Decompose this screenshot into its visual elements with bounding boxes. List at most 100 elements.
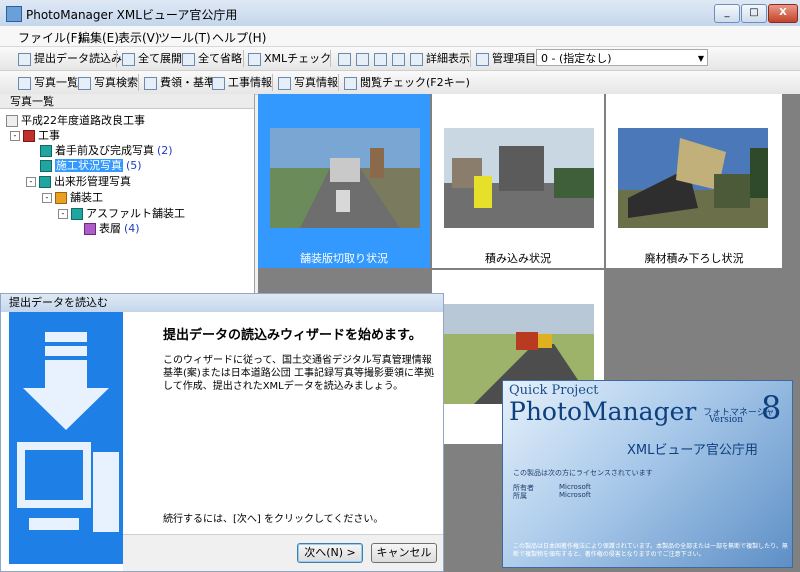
- folder-icon: [71, 208, 83, 220]
- secondary-toolbar: 写真一覧 写真検索 費領・基準 工事情報 写真情報 閲覧チェック(F2キー): [0, 71, 800, 95]
- detail-label: 詳細表示: [426, 52, 470, 65]
- view-large-icons-button[interactable]: [374, 50, 390, 67]
- owner-value: Microsoft: [559, 483, 591, 491]
- divider: [116, 50, 117, 67]
- photo-caption: 廃材積み下ろし状況: [644, 252, 744, 265]
- menu-tools[interactable]: ツール(T): [158, 29, 211, 46]
- search-label: 写真検索: [94, 76, 138, 89]
- tree-node-progress[interactable]: 施工状況写真 (5): [40, 159, 142, 173]
- xml-check-button[interactable]: XMLチェック: [248, 50, 331, 67]
- dialog-title: 提出データを読込む: [1, 294, 443, 312]
- detail-view-button[interactable]: 詳細表示: [410, 50, 470, 67]
- list-label: 写真一覧: [34, 76, 78, 89]
- list-icon: [392, 52, 405, 66]
- menu-file[interactable]: ファイル(F): [18, 29, 82, 46]
- check-label: 閲覧チェック(F2キー): [360, 76, 470, 89]
- wizard-heading: 提出データの読込みウィザードを始めます。: [163, 328, 422, 343]
- menu-help[interactable]: ヘルプ(H): [212, 29, 266, 46]
- tree-node-project[interactable]: 平成22年度道路改良工事: [6, 114, 145, 128]
- expand-label: 全て展開: [138, 52, 182, 65]
- view-check-button[interactable]: 閲覧チェック(F2キー): [344, 74, 470, 91]
- manage-items-button[interactable]: 管理項目: [476, 50, 536, 67]
- node-label: 出来形管理写真: [54, 175, 131, 188]
- load-data-button[interactable]: 提出データ読込み: [18, 50, 122, 67]
- photo-info-button[interactable]: 写真情報: [278, 74, 338, 91]
- photo-count: (2): [157, 144, 173, 157]
- tree-node-asphalt[interactable]: - アスファルト舗装工: [58, 207, 185, 221]
- divider: [272, 74, 273, 91]
- splash-copyright-notice: この製品は日本国著作権法により保護されています。本製品の全部または一部を無断で複…: [513, 543, 788, 558]
- dialog-button-row: 次へ(N) > キャンセル: [123, 534, 443, 571]
- xmlcheck-label: XMLチェック: [264, 52, 332, 65]
- app-window: PhotoManager XMLビューア官公庁用 _ □ X ファイル(F) 編…: [0, 0, 800, 572]
- window-title: PhotoManager XMLビューア官公庁用: [26, 8, 238, 22]
- splash-license-text: この製品は次の方にライセンスされています: [513, 469, 653, 477]
- cost-label: 費領・基準: [160, 76, 215, 89]
- view-small-icons-button[interactable]: [338, 50, 354, 67]
- photo-caption: 積み込み状況: [485, 252, 551, 265]
- minimize-button[interactable]: _: [714, 4, 740, 23]
- view-medium-icons-button[interactable]: [356, 50, 372, 67]
- close-button[interactable]: X: [768, 4, 798, 23]
- photo-list-button[interactable]: 写真一覧: [18, 74, 78, 91]
- node-label: 表層: [99, 222, 121, 235]
- node-label: 着手前及び完成写真: [55, 144, 154, 157]
- photo-road-cutting: [270, 128, 420, 228]
- tree-node-before-after[interactable]: 着手前及び完成写真 (2): [40, 144, 173, 158]
- tree-node-surface[interactable]: 表層 (4): [84, 222, 140, 236]
- photo-info-icon: [278, 76, 291, 90]
- cost-icon: [144, 76, 157, 90]
- photo-count: (5): [126, 159, 142, 172]
- menu-edit[interactable]: 編集(E): [78, 29, 119, 46]
- manage-label: 管理項目: [492, 52, 536, 65]
- view-list-button[interactable]: [392, 50, 408, 67]
- org-value: Microsoft: [559, 491, 591, 499]
- tree-node-construction[interactable]: - 工事: [10, 129, 60, 143]
- divider: [338, 74, 339, 91]
- next-button[interactable]: 次へ(N) >: [297, 543, 363, 563]
- folder-icon: [40, 145, 52, 157]
- minus-icon: [182, 52, 195, 66]
- tree-node-shape-mgmt[interactable]: - 出来形管理写真: [26, 175, 131, 189]
- splash-product-name: PhotoManager: [509, 397, 697, 426]
- check-circle-icon: [344, 76, 357, 90]
- title-bar: PhotoManager XMLビューア官公庁用 _ □ X: [0, 0, 800, 27]
- cost-standard-button[interactable]: 費領・基準: [144, 74, 215, 91]
- photo-tile[interactable]: 積み込み状況: [432, 94, 604, 268]
- expand-all-button[interactable]: 全て展開: [122, 50, 182, 67]
- menu-view[interactable]: 表示(V): [118, 29, 160, 46]
- wizard-continue-text: 続行するには、[次へ] をクリックしてください。: [163, 514, 384, 525]
- photo-tile[interactable]: 舗装版切取り状況: [258, 94, 430, 268]
- cancel-button[interactable]: キャンセル: [371, 543, 437, 563]
- splash-version-label: Version: [709, 415, 744, 425]
- download-computer-icon: [17, 332, 119, 532]
- node-label: 平成22年度道路改良工事: [21, 114, 145, 127]
- splash-brand: Quick Project: [509, 383, 599, 398]
- wizard-description: このウィザードに従って、国土交通省デジタル写真管理情報基準(案)または日本道路公…: [163, 355, 434, 392]
- splash-edition: XMLビューア官公庁用: [627, 443, 758, 458]
- collapse-all-button[interactable]: 全て省略: [182, 50, 242, 67]
- folder-open-icon: [40, 160, 52, 172]
- maximize-button[interactable]: □: [741, 4, 767, 23]
- node-label: 施工状況写真: [55, 159, 123, 172]
- divider: [470, 50, 471, 67]
- project-info-button[interactable]: 工事情報: [212, 74, 272, 91]
- collapse-label: 全て省略: [198, 52, 242, 65]
- grid-icon: [410, 52, 423, 66]
- load-wizard-dialog: 提出データを読込む 提出データの読込みウィザードを始めます。 このウィザードに従…: [0, 293, 444, 572]
- node-label: アスファルト舗装工: [86, 207, 185, 220]
- org-label: 所属: [513, 492, 527, 500]
- collapse-toggle-icon[interactable]: -: [26, 177, 36, 187]
- manage-icon: [476, 52, 489, 66]
- tree-node-paving[interactable]: - 舗装工: [42, 191, 103, 205]
- photo-search-button[interactable]: 写真検索: [78, 74, 138, 91]
- splash-org-row: 所属 Microsoft: [513, 491, 591, 501]
- collapse-toggle-icon[interactable]: -: [10, 131, 20, 141]
- collapse-toggle-icon[interactable]: -: [58, 209, 68, 219]
- load-icon: [18, 52, 31, 66]
- collapse-toggle-icon[interactable]: -: [42, 193, 52, 203]
- manage-item-select[interactable]: 0 - (指定なし) ▼: [536, 49, 708, 66]
- photo-tile[interactable]: 廃材積み下ろし状況: [606, 94, 782, 268]
- plus-icon: [122, 52, 135, 66]
- layer-icon: [84, 223, 96, 235]
